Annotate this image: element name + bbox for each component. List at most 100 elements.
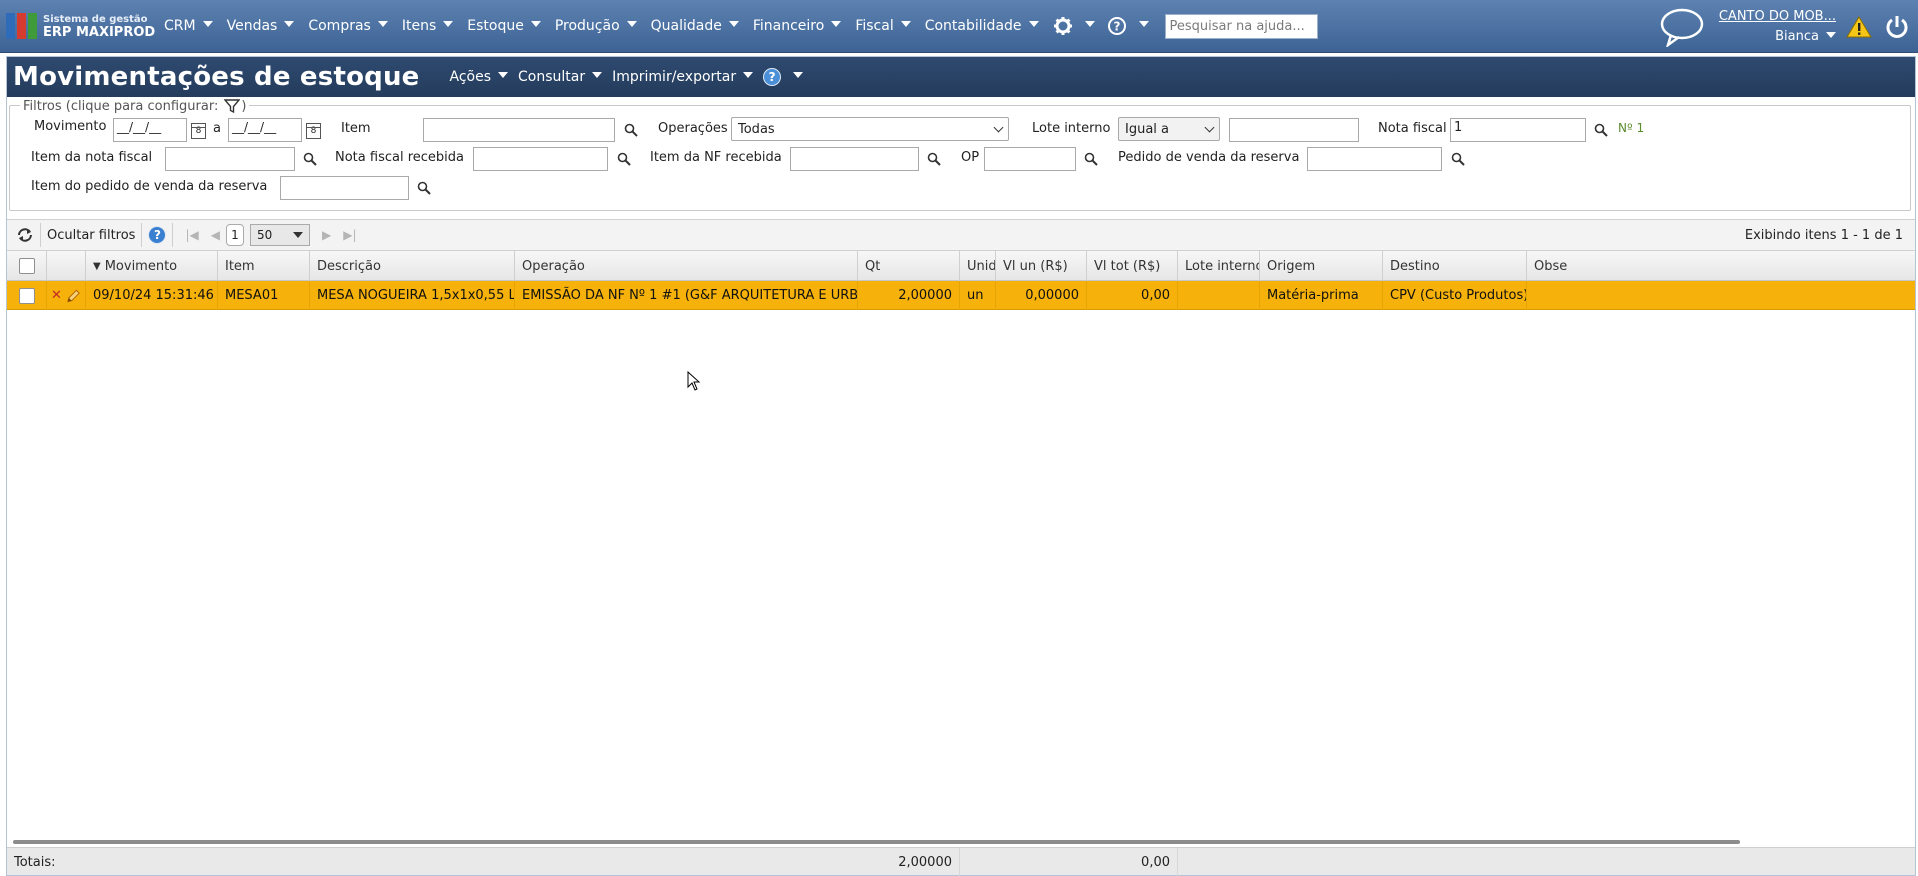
page-size-select[interactable]: 50 xyxy=(249,224,310,246)
column-unid[interactable]: Unid xyxy=(960,251,996,281)
totals-vl-tot: 0,00 xyxy=(1087,848,1178,876)
row-checkbox[interactable] xyxy=(18,287,35,304)
column-qt[interactable]: Qt xyxy=(858,251,960,281)
movement-date-from[interactable]: __/__/__ xyxy=(113,118,187,142)
filters-legend[interactable]: Filtros (clique para configurar: ) xyxy=(20,98,250,114)
invoice-number-hint: Nº 1 xyxy=(1618,121,1645,135)
received-invoice-item-input[interactable] xyxy=(790,147,919,171)
table-row[interactable]: ✕ 09/10/24 15:31:46 MESA01 MESA NOGUEIRA… xyxy=(7,281,1915,310)
print-export-menu[interactable]: Imprimir/exportar xyxy=(612,69,754,85)
cell-unid: un xyxy=(960,281,996,310)
horizontal-scrollbar[interactable] xyxy=(13,840,1740,844)
refresh-icon[interactable] xyxy=(16,227,34,243)
internal-lot-input[interactable] xyxy=(1229,118,1359,142)
consult-menu[interactable]: Consultar xyxy=(518,69,603,85)
invoice-input[interactable]: 1 xyxy=(1450,118,1586,142)
user-menu[interactable]: Bianca xyxy=(1775,27,1836,47)
received-invoice-item-label: Item da NF recebida xyxy=(650,150,782,165)
production-order-input[interactable] xyxy=(984,147,1076,171)
calendar-icon[interactable]: 8 xyxy=(191,123,206,139)
search-icon[interactable] xyxy=(617,152,631,166)
menu-compras[interactable]: Compras xyxy=(308,18,388,34)
invoice-item-label: Item da nota fiscal xyxy=(31,150,153,165)
menu-producao[interactable]: Produção xyxy=(555,18,637,34)
menu-vendas[interactable]: Vendas xyxy=(227,18,295,34)
select-all-checkbox[interactable] xyxy=(18,258,35,274)
column-movimento[interactable]: ▼ Movimento xyxy=(86,251,218,281)
column-origem[interactable]: Origem xyxy=(1260,251,1383,281)
help-menu[interactable]: ? xyxy=(1107,16,1149,36)
menu-itens[interactable]: Itens xyxy=(402,18,454,34)
column-destino[interactable]: Destino xyxy=(1383,251,1527,281)
power-icon[interactable] xyxy=(1884,14,1910,40)
grid-header: ▼ Movimento Item Descrição Operação Qt Un… xyxy=(7,251,1915,281)
row-select-cell xyxy=(7,281,47,310)
column-operacao[interactable]: Operação xyxy=(515,251,858,281)
search-icon[interactable] xyxy=(927,152,941,166)
column-lote-interno[interactable]: Lote interno xyxy=(1178,251,1260,281)
toolbar-separator xyxy=(141,223,143,247)
totals-qt: 2,00000 xyxy=(858,848,960,876)
menu-financeiro[interactable]: Financeiro xyxy=(753,18,842,34)
company-link[interactable]: CANTO DO MOB... xyxy=(1719,7,1836,27)
internal-lot-operator-select[interactable]: Igual a xyxy=(1118,117,1220,141)
settings-menu[interactable] xyxy=(1053,16,1095,36)
caret-down-icon xyxy=(202,21,213,27)
page-help-menu[interactable]: ? xyxy=(763,68,804,86)
menu-fiscal[interactable]: Fiscal xyxy=(855,18,911,34)
chat-icon[interactable] xyxy=(1659,7,1705,47)
menu-crm[interactable]: CRM xyxy=(164,18,213,34)
filter-icon[interactable] xyxy=(224,98,241,114)
menu-qualidade[interactable]: Qualidade xyxy=(651,18,739,34)
received-invoice-input[interactable] xyxy=(473,147,608,171)
grid-help-icon[interactable]: ? xyxy=(148,226,167,244)
first-page-icon[interactable]: |◀ xyxy=(185,228,198,242)
select-all-cell xyxy=(7,251,47,281)
delete-icon[interactable]: ✕ xyxy=(51,288,62,303)
search-icon[interactable] xyxy=(624,123,638,137)
row-actions-cell: ✕ xyxy=(47,281,86,310)
search-icon[interactable] xyxy=(303,152,317,166)
caret-down-icon xyxy=(831,21,842,27)
item-filter-input[interactable] xyxy=(423,118,615,142)
search-icon[interactable] xyxy=(1594,123,1608,137)
operations-select[interactable]: Todas xyxy=(731,117,1009,141)
caret-down-icon xyxy=(292,232,303,238)
pager-info: Exibindo itens 1 - 1 de 1 xyxy=(1744,227,1903,243)
grid-toolbar: Ocultar filtros ? |◀ ◀ 1 50 ▶ ▶| Exibind… xyxy=(7,219,1915,251)
hide-filters-button[interactable]: Ocultar filtros xyxy=(47,228,135,243)
column-item[interactable]: Item xyxy=(218,251,310,281)
last-page-icon[interactable]: ▶| xyxy=(343,228,356,242)
column-vl-tot[interactable]: Vl tot (R$) xyxy=(1087,251,1178,281)
column-observacao[interactable]: Obser xyxy=(1527,251,1567,281)
toolbar-separator xyxy=(40,223,41,247)
edit-pencil-icon[interactable] xyxy=(66,288,81,304)
calendar-icon[interactable]: 8 xyxy=(306,123,321,139)
search-icon[interactable] xyxy=(417,181,431,195)
warning-icon[interactable] xyxy=(1846,15,1872,39)
page-title: Movimentações de estoque xyxy=(13,62,420,92)
actions-menu[interactable]: Ações xyxy=(450,69,509,85)
caret-down-icon xyxy=(443,21,454,27)
totals-label: Totais: xyxy=(14,854,56,870)
search-icon[interactable] xyxy=(1451,152,1465,166)
caret-down-icon xyxy=(626,21,637,27)
invoice-item-input[interactable] xyxy=(165,147,295,171)
search-icon[interactable] xyxy=(1084,152,1098,166)
page-header: Movimentações de estoque Ações Consultar… xyxy=(7,57,1915,97)
movement-date-to[interactable]: __/__/__ xyxy=(228,118,302,142)
page-number[interactable]: 1 xyxy=(225,224,244,246)
column-vl-un[interactable]: Vl un (R$) xyxy=(996,251,1087,281)
reservation-order-input[interactable] xyxy=(1307,147,1442,171)
maxiprod-logo[interactable]: Sistema de gestão ERP MAXIPROD xyxy=(6,13,156,39)
prev-page-icon[interactable]: ◀ xyxy=(211,228,220,242)
help-search-input[interactable] xyxy=(1164,13,1318,39)
menu-estoque[interactable]: Estoque xyxy=(467,18,541,34)
reservation-order-item-input[interactable] xyxy=(280,176,409,200)
help-icon: ? xyxy=(763,68,782,86)
column-descricao[interactable]: Descrição xyxy=(310,251,515,281)
cell-vl-un: 0,00000 xyxy=(996,281,1087,310)
menu-contabilidade[interactable]: Contabilidade xyxy=(925,18,1039,34)
date-separator: a xyxy=(213,121,221,136)
next-page-icon[interactable]: ▶ xyxy=(322,228,331,242)
